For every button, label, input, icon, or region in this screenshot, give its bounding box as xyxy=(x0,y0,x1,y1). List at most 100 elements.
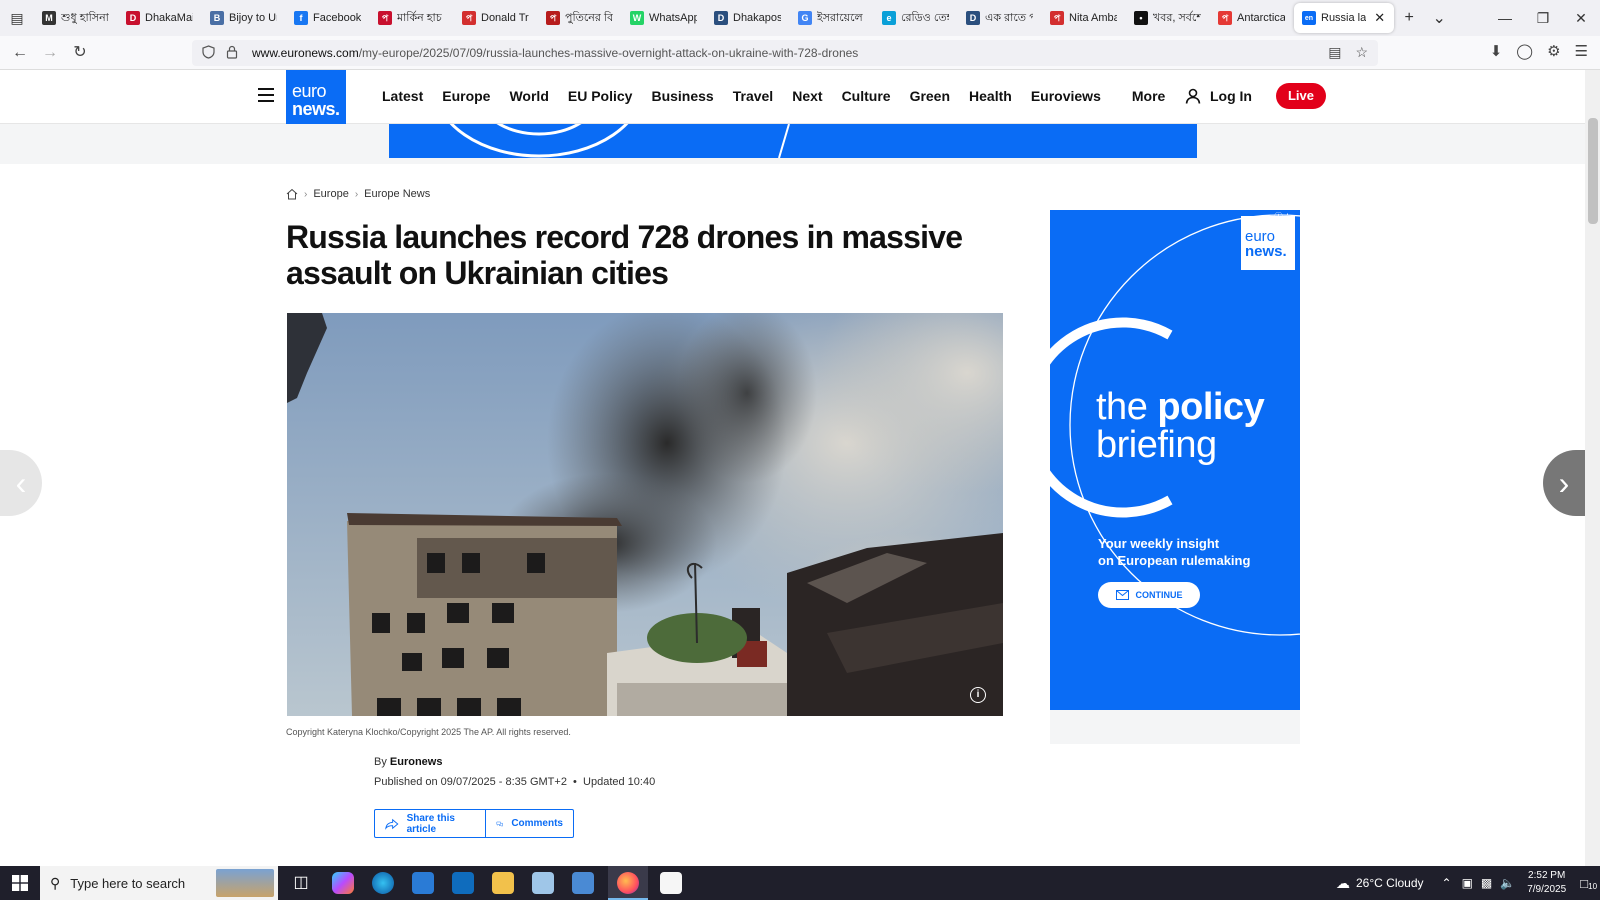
tab-active[interactable]: en Russia la ✕ xyxy=(1294,3,1395,33)
nav-item-euroviews[interactable]: Euroviews xyxy=(1031,88,1101,104)
hamburger-menu-icon[interactable] xyxy=(258,88,274,102)
tab-favicon-icon: • xyxy=(1134,11,1148,25)
browser-tab[interactable]: প Nita Amba xyxy=(1042,3,1126,33)
nav-item-culture[interactable]: Culture xyxy=(842,88,891,104)
back-icon[interactable]: ← xyxy=(10,43,30,63)
url-bar[interactable]: www.euronews.com/my-europe/2025/07/09/ru… xyxy=(192,40,1378,66)
extensions-icon[interactable]: ⚙ xyxy=(1547,42,1560,60)
shield-icon[interactable] xyxy=(202,44,216,62)
nav-item-europe[interactable]: Europe xyxy=(442,88,490,104)
tab-favicon-icon: D xyxy=(966,11,980,25)
new-tab-icon[interactable]: + xyxy=(1394,9,1424,27)
share-article-button[interactable]: Share this article xyxy=(375,810,486,837)
browser-tab[interactable]: • খবর, সর্বশে xyxy=(1126,3,1210,33)
tab-title: Russia la xyxy=(1321,12,1367,24)
nav-item-business[interactable]: Business xyxy=(651,88,713,104)
scrollbar-thumb[interactable] xyxy=(1588,118,1598,224)
byline: By Euronews xyxy=(374,756,443,768)
browser-tab[interactable]: M শুধু হাসিনা xyxy=(34,3,118,33)
store-icon[interactable] xyxy=(412,872,434,894)
tab-favicon-icon: প xyxy=(1218,11,1232,25)
close-window-icon[interactable]: ✕ xyxy=(1562,0,1600,36)
minimize-icon[interactable]: — xyxy=(1486,0,1524,36)
file-explorer-icon[interactable] xyxy=(492,872,514,894)
taskbar-search[interactable]: ⚲ Type here to search xyxy=(40,866,278,900)
notifications-icon[interactable]: □ 10 xyxy=(1580,876,1597,891)
live-button[interactable]: Live xyxy=(1276,83,1326,109)
tab-title: Nita Amba xyxy=(1069,12,1117,24)
reader-view-icon[interactable]: ▤ xyxy=(1328,44,1341,61)
login-button[interactable]: Log In xyxy=(1185,88,1252,104)
security-icon[interactable]: ▣ xyxy=(1462,876,1473,890)
side-ad-policy-briefing[interactable]: euro news. ⓘ⋮ the policy briefing Your w… xyxy=(1050,210,1300,710)
copilot-icon[interactable] xyxy=(332,872,354,894)
nav-item-world[interactable]: World xyxy=(509,88,548,104)
sticky-notes-icon[interactable] xyxy=(660,872,682,894)
volume-icon[interactable]: 🔈 xyxy=(1500,876,1515,890)
browser-tab[interactable]: G ইসরায়েলে xyxy=(790,3,874,33)
lock-icon[interactable] xyxy=(226,45,240,62)
account-icon[interactable]: ◯ xyxy=(1516,42,1533,60)
clock[interactable]: 2:52 PM 7/9/2025 xyxy=(1527,869,1566,897)
nav-item-next[interactable]: Next xyxy=(792,88,822,104)
tab-favicon-icon: D xyxy=(714,11,728,25)
home-icon[interactable] xyxy=(286,188,298,200)
app-icon-2[interactable] xyxy=(572,872,594,894)
browser-tab[interactable]: প Antarctica xyxy=(1210,3,1294,33)
browser-tab[interactable]: e রেডিও তেহ xyxy=(874,3,958,33)
info-icon[interactable]: i xyxy=(970,687,986,703)
restore-icon[interactable]: ❐ xyxy=(1524,0,1562,36)
hero-image: i xyxy=(287,313,1003,716)
tab-title: শুধু হাসিনা xyxy=(61,11,109,24)
side-ad-logo: euro news. xyxy=(1241,216,1295,270)
tab-list-icon[interactable]: ▤ xyxy=(0,0,34,36)
top-banner-ad[interactable] xyxy=(389,124,1197,158)
tab-title: মার্কিন হাচ xyxy=(397,11,442,24)
browser-tab[interactable]: W WhatsApp xyxy=(622,3,706,33)
windows-start-icon[interactable] xyxy=(0,866,40,900)
browser-tab[interactable]: প মার্কিন হাচ xyxy=(370,3,454,33)
firefox-icon[interactable] xyxy=(617,872,639,894)
nav-item-health[interactable]: Health xyxy=(969,88,1012,104)
app-icon[interactable] xyxy=(532,872,554,894)
nav-item-travel[interactable]: Travel xyxy=(733,88,773,104)
nav-more[interactable]: More xyxy=(1132,88,1165,104)
author-link[interactable]: Euronews xyxy=(390,756,443,768)
continue-button[interactable]: CONTINUE xyxy=(1098,582,1200,608)
browser-tab[interactable]: প পুতিনের বি xyxy=(538,3,622,33)
euronews-logo[interactable]: euro news. xyxy=(286,70,346,130)
outlook-icon[interactable] xyxy=(452,872,474,894)
carousel-prev-arrow[interactable]: ‹ xyxy=(0,450,42,516)
nav-item-eu-policy[interactable]: EU Policy xyxy=(568,88,633,104)
chevron-up-icon[interactable]: ⌃ xyxy=(1442,876,1452,890)
browser-tab[interactable]: D DhakaMail xyxy=(118,3,202,33)
menu-icon[interactable]: ☰ xyxy=(1575,42,1588,60)
browser-tab[interactable]: B Bijoy to Ur xyxy=(202,3,286,33)
close-tab-icon[interactable]: ✕ xyxy=(1374,10,1385,26)
ad-choices-icon[interactable]: ⓘ⋮ xyxy=(1274,210,1292,223)
breadcrumb-europe[interactable]: Europe xyxy=(313,188,348,200)
tab-favicon-icon: প xyxy=(546,11,560,25)
browser-tab[interactable]: D এক রাতে প xyxy=(958,3,1042,33)
tab-favicon-icon: D xyxy=(126,11,140,25)
browser-tab[interactable]: D Dhakapost xyxy=(706,3,790,33)
browser-tab[interactable]: f Facebook xyxy=(286,3,370,33)
reload-icon[interactable]: ↻ xyxy=(70,43,90,63)
carousel-next-arrow[interactable]: › xyxy=(1543,450,1585,516)
forward-icon[interactable]: → xyxy=(40,43,60,63)
task-view-icon[interactable]: ◫ xyxy=(290,872,312,894)
nav-item-green[interactable]: Green xyxy=(910,88,950,104)
chevron-right-icon: › xyxy=(354,188,359,200)
comments-button[interactable]: Comments xyxy=(486,810,573,837)
list-all-tabs-icon[interactable]: ⌄ xyxy=(1424,8,1454,28)
edge-icon[interactable] xyxy=(372,872,394,894)
network-icon[interactable]: ▩ xyxy=(1481,876,1492,890)
breadcrumb-europe-news[interactable]: Europe News xyxy=(364,188,430,200)
downloads-icon[interactable]: ⬇ xyxy=(1490,42,1503,60)
tab-favicon-icon: M xyxy=(42,11,56,25)
bookmark-star-icon[interactable]: ☆ xyxy=(1355,44,1368,61)
tab-title: Bijoy to Ur xyxy=(229,12,277,24)
browser-tab[interactable]: প Donald Tru xyxy=(454,3,538,33)
weather-text[interactable]: 26°C Cloudy xyxy=(1356,876,1424,890)
nav-item-latest[interactable]: Latest xyxy=(382,88,423,104)
